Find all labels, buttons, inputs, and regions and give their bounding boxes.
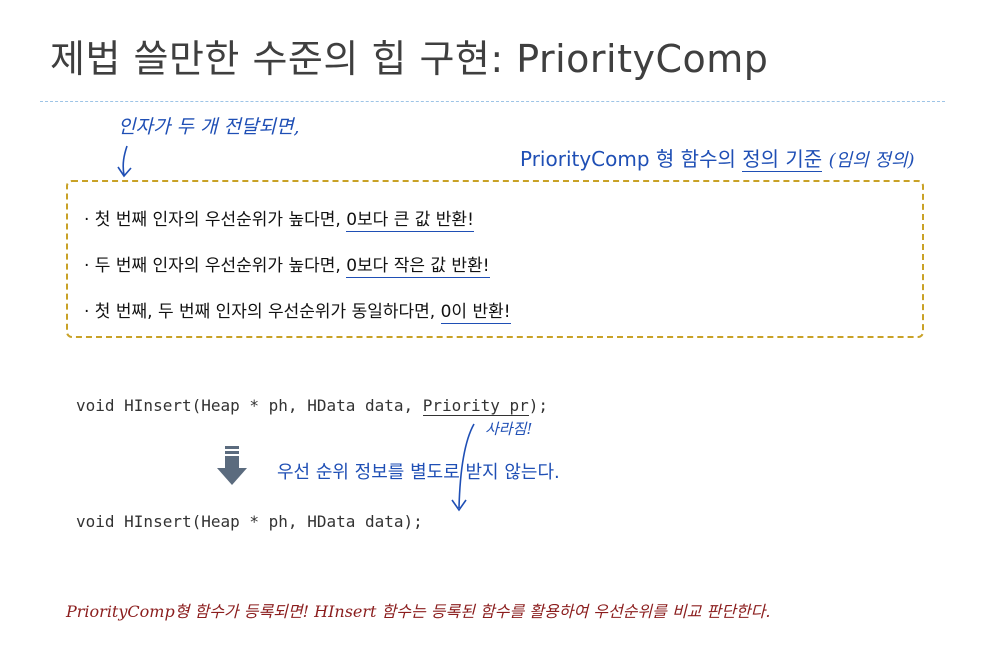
code-before: void HInsert(Heap * ph, HData data, Prio…: [76, 396, 549, 416]
title-divider: [40, 101, 945, 102]
rule-result: 0보다 작은 값 반환!: [346, 256, 490, 278]
bottom-handwritten-note: PriorityComp형 함수가 등록되면! HInsert 함수는 등록된 …: [66, 602, 771, 621]
criteria-handwritten-note: (임의 정의): [828, 150, 915, 171]
arrow-explanation: 우선 순위 정보를 별도로 받지 않는다.: [277, 462, 560, 483]
slide-title: 제법 쓸만한 수준의 힙 구현: PriorityComp: [50, 37, 769, 81]
down-arrow-icon: [217, 446, 247, 485]
rule-result: 0이 반환!: [440, 302, 511, 324]
handwritten-note-args: 인자가 두 개 전달되면,: [118, 116, 300, 138]
rule-second-higher: · 두 번째 인자의 우선순위가 높다면, 0보다 작은 값 반환!: [84, 251, 490, 278]
rule-first-higher: · 첫 번째 인자의 우선순위가 높다면, 0보다 큰 값 반환!: [84, 205, 474, 232]
code-after: void HInsert(Heap * ph, HData data);: [76, 512, 423, 531]
slide: 제법 쓸만한 수준의 힙 구현: PriorityComp 인자가 두 개 전달…: [0, 0, 982, 652]
rule-equal: · 첫 번째, 두 번째 인자의 우선순위가 동일하다면, 0이 반환!: [84, 297, 511, 324]
criteria-underlined: 정의 기준: [742, 147, 823, 172]
rule-result: 0보다 큰 값 반환!: [346, 210, 474, 232]
code-before-priority-param: Priority pr: [422, 396, 529, 416]
criteria-heading: PriorityComp 형 함수의 정의 기준 (임의 정의): [520, 143, 915, 172]
note-pointer-arrow: [117, 145, 132, 178]
rule-text: · 첫 번째, 두 번째 인자의 우선순위가 동일하다면,: [84, 302, 441, 322]
rule-text: · 두 번째 인자의 우선순위가 높다면,: [84, 256, 347, 276]
criteria-prefix: PriorityComp 형 함수의: [520, 147, 743, 171]
handwritten-note-removed: 사라짐!: [485, 420, 533, 438]
code-before-suffix: );: [528, 396, 549, 415]
rule-text: · 첫 번째 인자의 우선순위가 높다면,: [84, 210, 347, 230]
code-before-prefix: void HInsert(Heap * ph, HData data,: [76, 396, 423, 415]
